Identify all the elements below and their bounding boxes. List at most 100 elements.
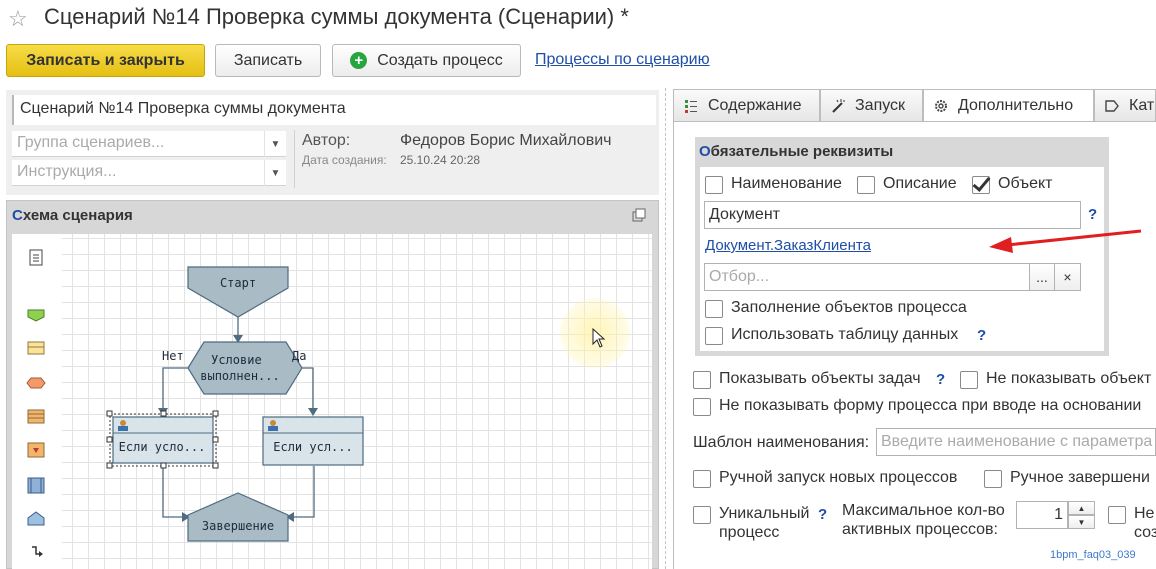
- author-value: Федоров Борис Михайлович: [400, 132, 612, 149]
- manual-start-checkbox[interactable]: [693, 470, 711, 488]
- divider: [294, 130, 295, 188]
- select-tool-icon[interactable]: [29, 249, 43, 266]
- name-checkbox[interactable]: [705, 176, 723, 194]
- filter-clear-button[interactable]: ×: [1054, 263, 1081, 291]
- required-props-title: Обязательные реквизиты: [699, 143, 894, 160]
- user-icon: [120, 420, 126, 426]
- fill-objects-checkbox[interactable]: [705, 300, 723, 318]
- parallel-shape-icon[interactable]: [27, 477, 45, 494]
- start-node[interactable]: [187, 266, 289, 318]
- name-template-label: Шаблон наименования:: [693, 434, 870, 451]
- tab-additional[interactable]: Дополнительно: [923, 89, 1094, 122]
- tab-additional-label: Дополнительно: [958, 97, 1074, 114]
- save-and-close-button[interactable]: Записать и закрыть: [6, 44, 205, 77]
- save-button[interactable]: Записать: [215, 44, 321, 77]
- max-active-input[interactable]: 1: [1016, 501, 1068, 529]
- scenario-group-select[interactable]: Группа сценариев... ▼: [12, 131, 286, 157]
- cut-option-label-2: соз: [1134, 524, 1156, 541]
- start-shape-icon[interactable]: [27, 309, 45, 322]
- schema-canvas[interactable]: Старт Условие выполнен... Нет Да Если ус…: [12, 234, 652, 569]
- hide-process-form-label: Не показывать форму процесса при вводе н…: [719, 397, 1142, 414]
- dropdown-arrow-icon[interactable]: ▼: [264, 131, 286, 157]
- start-node-label: Старт: [220, 276, 256, 290]
- use-table-label: Использовать таблицу данных: [731, 326, 959, 343]
- content-icon: [682, 97, 700, 115]
- action-shape-icon[interactable]: [27, 442, 45, 458]
- use-table-help-icon[interactable]: ?: [977, 327, 986, 344]
- end-node-label: Завершение: [202, 519, 274, 533]
- show-task-objects-checkbox[interactable]: [693, 371, 711, 389]
- task-shape-icon[interactable]: [27, 341, 45, 355]
- panel-splitter[interactable]: [665, 88, 666, 569]
- stepper-up-icon[interactable]: ▲: [1068, 501, 1095, 515]
- name-checkbox-label: Наименование: [731, 175, 842, 192]
- created-date-label: Дата создания:: [302, 153, 387, 167]
- tab-category-label: Кат: [1129, 96, 1155, 114]
- unique-process-help-icon[interactable]: ?: [818, 506, 827, 523]
- right-task-label: Если усл...: [273, 440, 352, 454]
- description-checkbox[interactable]: [857, 176, 875, 194]
- max-active-label-2: активных процессов:: [842, 521, 998, 538]
- name-template-input[interactable]: Введите наименование с параметра: [876, 428, 1156, 456]
- end-shape-icon[interactable]: [27, 511, 45, 526]
- use-table-checkbox[interactable]: [705, 327, 723, 345]
- connector-tool-icon[interactable]: [32, 546, 43, 557]
- object-checkbox[interactable]: [972, 176, 990, 194]
- condition-shape-icon[interactable]: [26, 377, 46, 389]
- manual-finish-checkbox[interactable]: [984, 470, 1002, 488]
- filter-select-button[interactable]: ...: [1029, 263, 1055, 291]
- unique-process-checkbox[interactable]: [693, 506, 711, 524]
- create-process-label: Создать процесс: [377, 51, 503, 69]
- category-icon: [1103, 97, 1121, 115]
- schema-title: Схема сценария: [12, 207, 133, 224]
- edge-label-no: Нет: [162, 349, 184, 363]
- expand-window-icon[interactable]: [632, 208, 646, 222]
- object-checkbox-label: Объект: [998, 175, 1053, 192]
- gear-icon: [932, 97, 950, 115]
- wand-icon: [829, 97, 847, 115]
- manual-finish-label: Ручное завершени: [1010, 469, 1150, 486]
- show-task-objects-help-icon[interactable]: ?: [936, 371, 945, 388]
- create-process-button[interactable]: + Создать процесс: [332, 44, 521, 77]
- mouse-cursor-icon: [592, 328, 606, 348]
- show-task-objects-label: Показывать объекты задач: [719, 370, 921, 387]
- stepper-down-icon[interactable]: ▼: [1068, 515, 1095, 529]
- left-task-label: Если усло...: [119, 440, 206, 454]
- schema-palette: [12, 234, 62, 569]
- tab-content[interactable]: Содержание: [673, 89, 820, 121]
- scenario-group-placeholder: Группа сценариев...: [17, 134, 165, 151]
- tab-start[interactable]: Запуск: [820, 89, 923, 121]
- favorite-star-icon[interactable]: ☆: [8, 6, 28, 32]
- object-link[interactable]: Документ.ЗаказКлиента: [705, 237, 871, 254]
- scenario-name-input[interactable]: Сценарий №14 Проверка суммы документа: [12, 95, 656, 125]
- hide-objects-checkbox[interactable]: [960, 371, 978, 389]
- instruction-select[interactable]: Инструкция... ▼: [12, 160, 286, 186]
- manual-start-label: Ручной запуск новых процессов: [719, 469, 958, 486]
- object-help-icon[interactable]: ?: [1088, 206, 1097, 223]
- page-title: Сценарий №14 Проверка суммы документа (С…: [44, 4, 629, 29]
- description-checkbox-label: Описание: [883, 175, 957, 192]
- subprocess-shape-icon[interactable]: [27, 409, 45, 424]
- fill-objects-label: Заполнение объектов процесса: [731, 299, 967, 316]
- author-label: Автор:: [302, 132, 351, 149]
- end-node[interactable]: [187, 492, 289, 542]
- cut-option-checkbox[interactable]: [1108, 506, 1126, 524]
- max-active-label-1: Максимальное кол-во: [842, 502, 1005, 519]
- unique-process-label-1: Уникальный: [719, 505, 810, 522]
- filter-input[interactable]: Отбор...: [704, 263, 1030, 291]
- required-props-body: [700, 167, 1104, 351]
- hide-process-form-checkbox[interactable]: [693, 398, 711, 416]
- hide-objects-label: Не показывать объект: [986, 370, 1152, 387]
- condition-node[interactable]: [187, 341, 303, 395]
- instruction-placeholder: Инструкция...: [17, 163, 117, 180]
- edge-label-yes: Да: [292, 349, 306, 363]
- processes-by-scenario-link[interactable]: Процессы по сценарию: [535, 51, 710, 69]
- user-icon: [270, 420, 276, 426]
- annotation-arrow-icon: [989, 229, 1142, 253]
- tab-content-label: Содержание: [708, 96, 802, 114]
- dropdown-arrow-icon[interactable]: ▼: [264, 160, 286, 186]
- plus-icon: +: [350, 52, 368, 69]
- tab-category[interactable]: Кат: [1094, 89, 1156, 121]
- unique-process-label-2: процесс: [719, 524, 780, 541]
- tab-start-label: Запуск: [855, 96, 906, 114]
